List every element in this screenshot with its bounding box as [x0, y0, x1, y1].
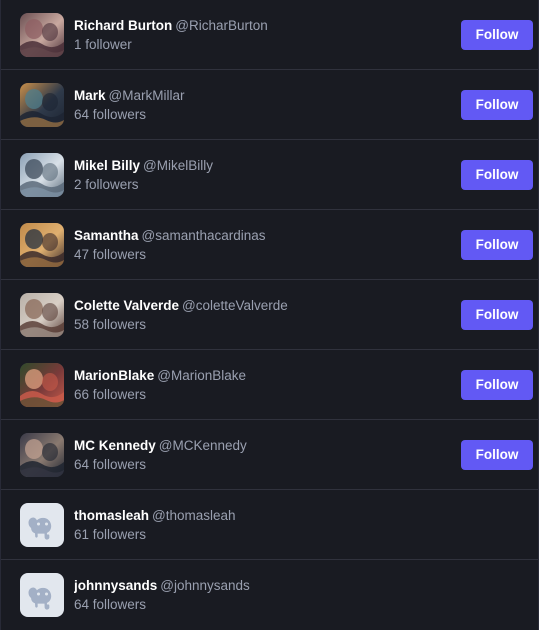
- account-name-line: MarionBlake @MarionBlake: [74, 366, 455, 385]
- account-name-line: johnnysands @johnnysands: [74, 576, 455, 595]
- follow-button[interactable]: Follow: [461, 89, 533, 120]
- account-row[interactable]: MarionBlake @MarionBlake 66 followers Follo…: [1, 350, 538, 420]
- account-info: thomasleah @thomasleah 61 followers: [64, 506, 455, 544]
- account-name-line: Samantha @samanthacardinas: [74, 226, 455, 245]
- followers-count: 47 followers: [74, 246, 147, 262]
- account-action-cell: Follow: [455, 369, 538, 400]
- account-row[interactable]: thomasleah @thomasleah 61 followers: [1, 490, 538, 560]
- display-name: Samantha: [74, 227, 139, 243]
- account-name-line: Mikel Billy @MikelBilly: [74, 156, 455, 175]
- followers-count: 1 follower: [74, 36, 132, 52]
- account-handle: @MikelBilly: [143, 157, 213, 173]
- account-info: Mikel Billy @MikelBilly 2 followers: [64, 156, 455, 194]
- avatar[interactable]: [20, 362, 64, 407]
- followers-count: 2 followers: [74, 176, 139, 192]
- account-handle: @RicharBurton: [175, 17, 268, 33]
- account-info: Samantha @samanthacardinas 47 followers: [64, 226, 455, 264]
- follow-button[interactable]: Follow: [461, 19, 533, 50]
- account-info: Colette Valverde @coletteValverde 58 follo…: [64, 296, 455, 334]
- account-action-cell: Follow: [455, 19, 538, 50]
- account-action-cell: Follow: [455, 299, 538, 330]
- default-elephant-avatar[interactable]: [20, 573, 64, 617]
- account-action-cell: Follow: [455, 89, 538, 120]
- account-info: MC Kennedy @MCKennedy 64 followers: [64, 436, 455, 474]
- avatar[interactable]: [20, 292, 64, 337]
- followers-count: 64 followers: [74, 597, 147, 612]
- account-row[interactable]: Richard Burton @RicharBurton 1 follower Fol…: [1, 0, 538, 70]
- display-name: johnnysands: [74, 578, 158, 593]
- display-name: thomasleah: [74, 507, 150, 523]
- follow-button[interactable]: Follow: [461, 369, 533, 400]
- followers-count: 64 followers: [74, 106, 147, 122]
- account-handle: @MCKennedy: [158, 437, 247, 453]
- avatar[interactable]: [20, 82, 64, 127]
- account-row[interactable]: Mark @MarkMillar 64 followers Follow: [1, 70, 538, 140]
- account-action-cell: Follow: [455, 159, 538, 190]
- follow-button[interactable]: Follow: [461, 159, 533, 190]
- followers-count: 58 followers: [74, 316, 147, 332]
- display-name: MC Kennedy: [74, 437, 156, 453]
- account-handle: @coletteValverde: [182, 297, 288, 313]
- account-row[interactable]: Samantha @samanthacardinas 47 followers Fol…: [1, 210, 538, 280]
- account-name-line: MC Kennedy @MCKennedy: [74, 436, 455, 455]
- account-info: johnnysands @johnnysands 64 followers: [64, 576, 455, 614]
- followers-count: 61 followers: [74, 526, 147, 542]
- display-name: Colette Valverde: [74, 297, 180, 313]
- account-handle: @samanthacardinas: [141, 227, 266, 243]
- account-handle: @johnnysands: [160, 578, 250, 593]
- account-name-line: Richard Burton @RicharBurton: [74, 16, 455, 35]
- account-row[interactable]: Mikel Billy @MikelBilly 2 followers Follow: [1, 140, 538, 210]
- account-row[interactable]: MC Kennedy @MCKennedy 64 followers Follow: [1, 420, 538, 490]
- account-handle: @MarkMillar: [108, 87, 185, 103]
- avatar[interactable]: [20, 152, 64, 197]
- follow-button[interactable]: Follow: [461, 299, 533, 330]
- avatar[interactable]: [20, 12, 64, 57]
- followers-count: 64 followers: [74, 456, 147, 472]
- account-row[interactable]: johnnysands @johnnysands 64 followers: [1, 560, 538, 630]
- account-row[interactable]: Colette Valverde @coletteValverde 58 follo…: [1, 280, 538, 350]
- account-info: MarionBlake @MarionBlake 66 followers: [64, 366, 455, 404]
- follow-button[interactable]: Follow: [461, 229, 533, 260]
- display-name: Mikel Billy: [74, 157, 141, 173]
- account-list: Richard Burton @RicharBurton 1 follower Fol…: [0, 0, 539, 630]
- avatar[interactable]: [20, 222, 64, 267]
- account-handle: @MarionBlake: [157, 367, 247, 383]
- default-elephant-avatar[interactable]: [20, 502, 64, 547]
- account-name-line: thomasleah @thomasleah: [74, 506, 455, 525]
- avatar[interactable]: [20, 432, 64, 477]
- account-handle: @thomasleah: [152, 507, 236, 523]
- account-name-line: Mark @MarkMillar: [74, 86, 455, 105]
- account-info: Mark @MarkMillar 64 followers: [64, 86, 455, 124]
- account-info: Richard Burton @RicharBurton 1 follower: [64, 16, 455, 54]
- display-name: MarionBlake: [74, 367, 155, 383]
- follow-button[interactable]: Follow: [461, 439, 533, 470]
- account-name-line: Colette Valverde @coletteValverde: [74, 296, 455, 315]
- display-name: Mark: [74, 87, 106, 103]
- followers-count: 66 followers: [74, 386, 147, 402]
- account-action-cell: Follow: [455, 439, 538, 470]
- display-name: Richard Burton: [74, 17, 173, 33]
- account-action-cell: Follow: [455, 229, 538, 260]
